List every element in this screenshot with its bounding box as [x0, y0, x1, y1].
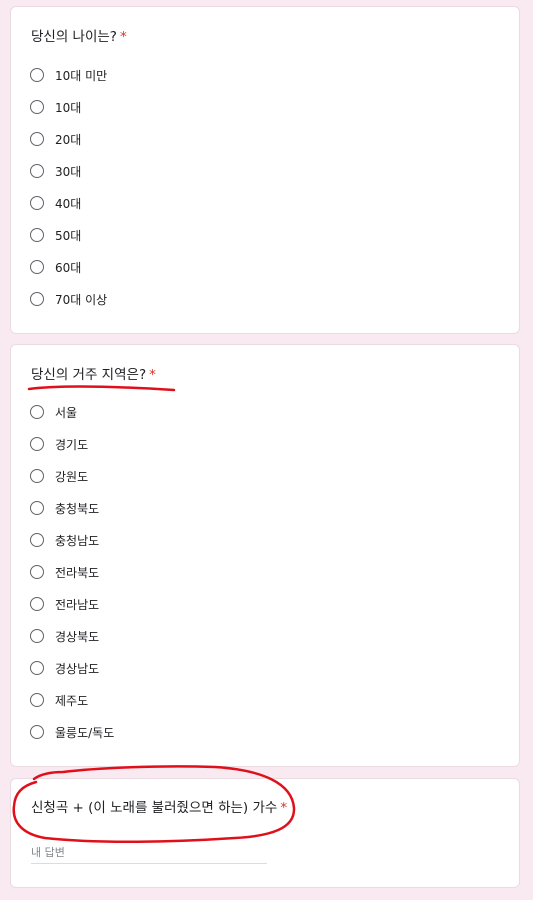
radio-button[interactable] — [30, 661, 44, 675]
option-label: 강원도 — [55, 469, 89, 484]
option-label: 10대 — [55, 100, 82, 115]
radio-button[interactable] — [30, 693, 44, 707]
option-label: 서울 — [55, 405, 78, 420]
required-asterisk: * — [119, 29, 127, 45]
option-label: 20대 — [55, 132, 82, 147]
radio-option[interactable]: 제주도 — [30, 684, 114, 716]
option-label: 경기도 — [55, 437, 89, 452]
option-label: 경상북도 — [55, 629, 100, 644]
radio-button[interactable] — [30, 437, 44, 451]
option-label: 전라남도 — [55, 597, 100, 612]
radio-button[interactable] — [30, 68, 44, 82]
radio-button[interactable] — [30, 725, 44, 739]
radio-button[interactable] — [30, 405, 44, 419]
radio-group-region: 서울 경기도 강원도 충청북도 충청남도 전라북도 전라남도 경상북도 경상남도… — [30, 396, 114, 748]
option-label: 10대 미만 — [55, 68, 108, 83]
radio-button[interactable] — [30, 100, 44, 114]
radio-option[interactable]: 울릉도/독도 — [30, 716, 114, 748]
question-card-song-request: 신청곡 + (이 노래를 불러줬으면 하는) 가수 * — [10, 778, 520, 888]
radio-button[interactable] — [30, 164, 44, 178]
option-label: 40대 — [55, 196, 82, 211]
radio-option[interactable]: 50대 — [30, 219, 107, 251]
question-card-region: 당신의 거주 지역은? * 서울 경기도 강원도 충청북도 충청남도 전라북도 전… — [10, 344, 520, 767]
radio-option[interactable]: 충청북도 — [30, 492, 114, 524]
question-title-region: 당신의 거주 지역은? * — [31, 366, 156, 384]
radio-button[interactable] — [30, 132, 44, 146]
radio-option[interactable]: 40대 — [30, 187, 107, 219]
question-title-age: 당신의 나이는? * — [31, 28, 127, 46]
radio-option[interactable]: 충청남도 — [30, 524, 114, 556]
question-title-text: 신청곡 + (이 노래를 불러줬으면 하는) 가수 — [31, 800, 278, 816]
required-asterisk: * — [280, 800, 288, 816]
radio-option[interactable]: 20대 — [30, 123, 107, 155]
radio-button[interactable] — [30, 533, 44, 547]
radio-button[interactable] — [30, 260, 44, 274]
radio-option[interactable]: 30대 — [30, 155, 107, 187]
option-label: 충청남도 — [55, 533, 100, 548]
option-label: 울릉도/독도 — [55, 725, 115, 740]
radio-option[interactable]: 경상북도 — [30, 620, 114, 652]
radio-option[interactable]: 경기도 — [30, 428, 114, 460]
radio-option[interactable]: 70대 이상 — [30, 283, 107, 315]
question-title-song-request: 신청곡 + (이 노래를 불러줬으면 하는) 가수 * — [31, 799, 287, 817]
radio-option[interactable]: 10대 — [30, 91, 107, 123]
radio-option[interactable]: 서울 — [30, 396, 114, 428]
required-asterisk: * — [149, 367, 156, 383]
radio-option[interactable]: 10대 미만 — [30, 59, 107, 91]
radio-button[interactable] — [30, 565, 44, 579]
radio-button[interactable] — [30, 196, 44, 210]
option-label: 전라북도 — [55, 565, 100, 580]
option-label: 30대 — [55, 164, 82, 179]
option-label: 충청북도 — [55, 501, 100, 516]
radio-group-age: 10대 미만 10대 20대 30대 40대 50대 60대 70대 이상 — [30, 59, 107, 315]
question-card-age: 당신의 나이는? * 10대 미만 10대 20대 30대 40대 50대 60대… — [10, 6, 520, 334]
radio-button[interactable] — [30, 469, 44, 483]
radio-button[interactable] — [30, 292, 44, 306]
option-label: 경상남도 — [55, 661, 100, 676]
radio-option[interactable]: 전라북도 — [30, 556, 114, 588]
radio-button[interactable] — [30, 597, 44, 611]
option-label: 제주도 — [55, 693, 89, 708]
question-title-text: 당신의 거주 지역은? — [31, 367, 147, 383]
radio-button[interactable] — [30, 228, 44, 242]
radio-option[interactable]: 강원도 — [30, 460, 114, 492]
answer-text-input[interactable] — [31, 841, 267, 864]
option-label: 50대 — [55, 228, 82, 243]
radio-button[interactable] — [30, 501, 44, 515]
question-title-text: 당신의 나이는? — [31, 29, 117, 45]
option-label: 60대 — [55, 260, 82, 275]
radio-option[interactable]: 전라남도 — [30, 588, 114, 620]
radio-option[interactable]: 경상남도 — [30, 652, 114, 684]
radio-button[interactable] — [30, 629, 44, 643]
option-label: 70대 이상 — [55, 292, 108, 307]
radio-option[interactable]: 60대 — [30, 251, 107, 283]
